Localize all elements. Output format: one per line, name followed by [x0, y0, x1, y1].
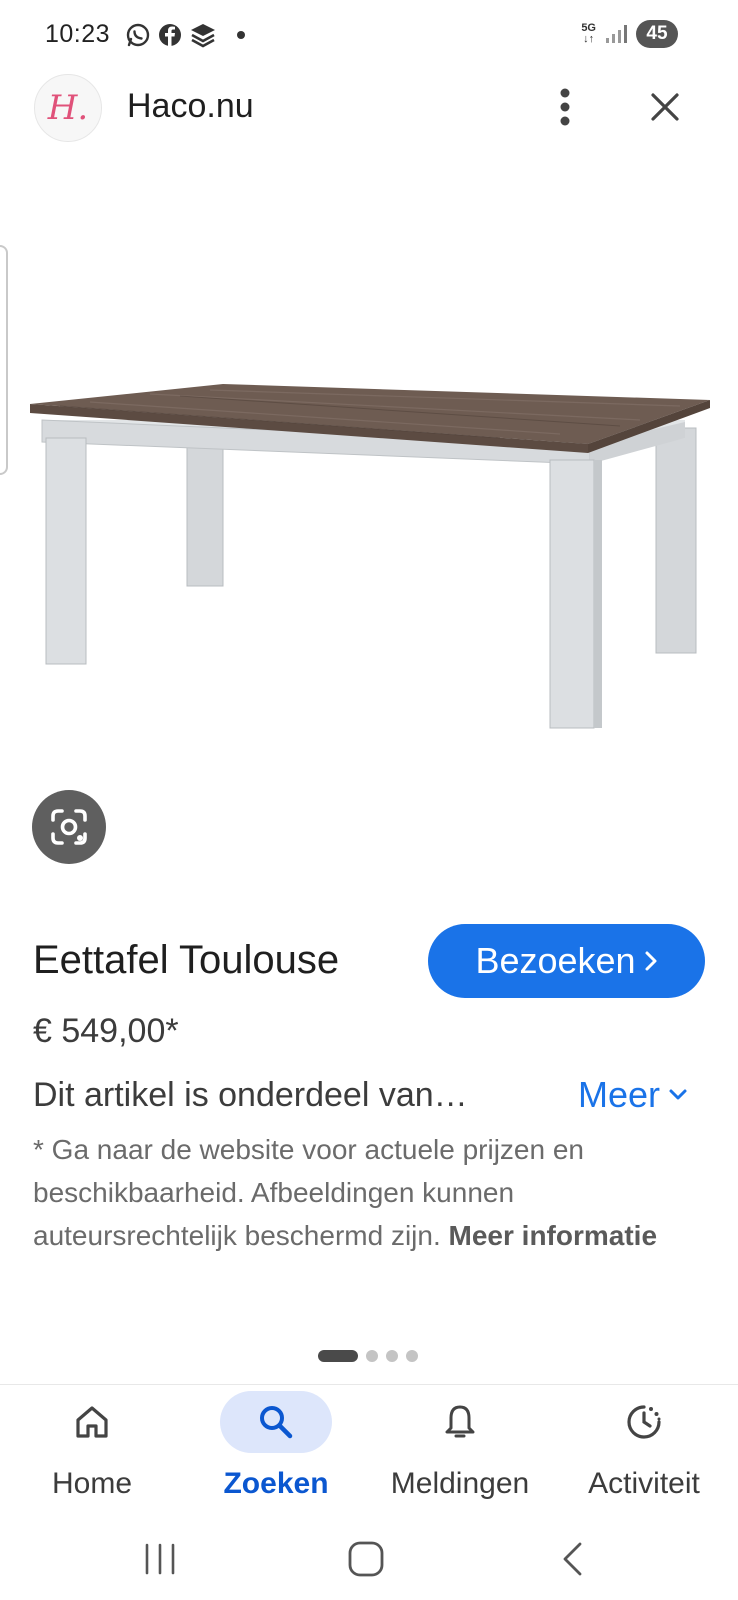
carousel-pager — [318, 1350, 418, 1362]
whatsapp-icon — [126, 23, 150, 47]
product-image[interactable] — [0, 340, 738, 740]
visit-button-label: Bezoeken — [475, 940, 636, 981]
close-icon — [651, 93, 679, 121]
network-indicator: 5G ↓↑ — [581, 23, 596, 45]
nav-activity-label: Activiteit — [588, 1467, 700, 1500]
more-info-link[interactable]: Meer informatie — [449, 1220, 658, 1251]
home-system-button[interactable] — [336, 1534, 396, 1584]
stack-icon — [191, 24, 215, 48]
facebook-icon — [159, 24, 181, 46]
nav-activity-icon-wrap — [588, 1391, 700, 1453]
back-button[interactable] — [542, 1534, 602, 1584]
status-bar: 10:23 5G ↓↑ 45 — [0, 0, 738, 72]
more-vert-icon — [560, 88, 570, 126]
nav-search-label: Zoeken — [223, 1467, 329, 1500]
recents-button[interactable] — [130, 1534, 190, 1584]
site-logo: H. — [34, 74, 102, 142]
browser-header: H. Haco.nu — [0, 72, 738, 152]
system-navigation — [0, 1524, 738, 1600]
nav-home-label: Home — [51, 1467, 133, 1500]
more-button-label: Meer — [578, 1074, 661, 1115]
disclaimer-text: * Ga naar de website voor actuele prijze… — [33, 1128, 683, 1257]
product-price: € 549,00* — [33, 1012, 179, 1050]
more-options-button[interactable] — [540, 82, 590, 132]
search-icon — [260, 1406, 293, 1439]
nav-search-icon-wrap — [220, 1391, 332, 1453]
status-time: 10:23 — [45, 20, 111, 48]
nav-home-icon-wrap — [36, 1391, 148, 1453]
pager-dot[interactable] — [386, 1350, 398, 1362]
signal-icon — [606, 25, 627, 43]
bottom-navigation: Home Zoeken Meldingen Activiteit — [0, 1384, 738, 1524]
home-icon — [76, 1406, 108, 1438]
site-logo-text: H. — [47, 88, 89, 128]
visit-button[interactable]: Bezoeken — [428, 924, 705, 998]
nav-notifications-label: Meldingen — [390, 1467, 530, 1500]
pager-dot-active[interactable] — [318, 1350, 358, 1362]
more-button[interactable]: Meer — [578, 1074, 688, 1116]
nav-home[interactable]: Home — [0, 1385, 184, 1525]
site-name: Haco.nu — [127, 87, 254, 125]
nav-notifications-icon-wrap — [404, 1391, 516, 1453]
product-description: Dit artikel is onderdeel van… — [33, 1076, 468, 1114]
google-lens-button[interactable] — [32, 790, 106, 864]
activity-icon — [627, 1405, 661, 1439]
status-indicators: 5G ↓↑ 45 — [581, 20, 678, 48]
chevron-down-icon — [669, 1089, 687, 1100]
chevron-right-icon — [645, 951, 657, 971]
home-square-icon — [348, 1541, 384, 1577]
nav-notifications[interactable]: Meldingen — [368, 1385, 552, 1525]
product-title: Eettafel Toulouse — [33, 938, 340, 982]
pager-dot[interactable] — [406, 1350, 418, 1362]
notification-icons — [125, 22, 245, 48]
close-button[interactable] — [640, 82, 690, 132]
data-arrows-icon: ↓↑ — [583, 33, 595, 45]
recents-icon — [145, 1543, 175, 1575]
more-notifications-dot — [237, 31, 245, 39]
nav-search[interactable]: Zoeken — [184, 1385, 368, 1525]
pager-dot[interactable] — [366, 1350, 378, 1362]
battery-indicator: 45 — [636, 20, 678, 48]
lens-icon — [51, 809, 87, 845]
bell-icon — [445, 1405, 475, 1438]
back-icon — [563, 1542, 582, 1576]
nav-activity[interactable]: Activiteit — [552, 1385, 736, 1525]
